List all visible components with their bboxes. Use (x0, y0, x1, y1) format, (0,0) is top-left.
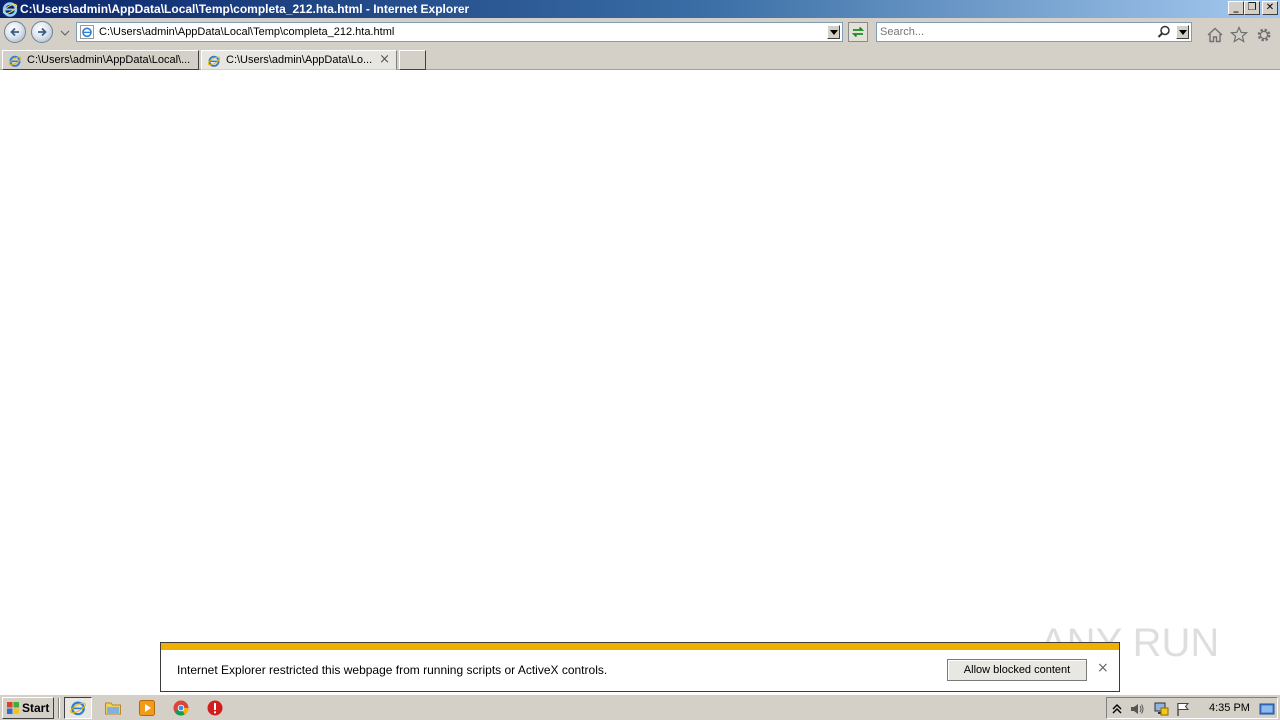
refresh-icon (851, 26, 865, 38)
show-desktop-icon[interactable] (1259, 701, 1275, 717)
show-hidden-icons-icon[interactable] (1109, 701, 1125, 717)
network-icon[interactable] (1153, 701, 1169, 717)
navigation-bar: C:\Users\admin\AppData\Local\Temp\comple… (0, 18, 1280, 48)
address-bar[interactable]: C:\Users\admin\AppData\Local\Temp\comple… (76, 22, 843, 42)
tab-ie-icon (207, 55, 221, 67)
tab-2[interactable]: C:\Users\admin\AppData\Lo... × (201, 50, 397, 70)
media-player-icon[interactable] (138, 699, 156, 717)
back-arrow-icon (10, 27, 19, 37)
home-icon[interactable] (1206, 26, 1224, 44)
tab-ie-icon (8, 55, 22, 67)
clock[interactable]: 4:35 PM (1209, 702, 1250, 714)
taskbar-ie-button[interactable] (64, 697, 92, 719)
close-window-button[interactable]: ✕ (1262, 1, 1278, 15)
tab-1-label: C:\Users\admin\AppData\Local\... (27, 54, 191, 66)
search-icon[interactable] (1157, 25, 1171, 39)
tab-bar: C:\Users\admin\AppData\Local\... C:\User… (0, 48, 1280, 70)
title-bar: C:\Users\admin\AppData\Local\Temp\comple… (0, 0, 1280, 18)
window-title: C:\Users\admin\AppData\Local\Temp\comple… (20, 2, 470, 16)
allow-blocked-content-button[interactable]: Allow blocked content (947, 659, 1087, 681)
search-input[interactable] (880, 25, 1150, 39)
search-box[interactable] (876, 22, 1192, 42)
notification-bar: Internet Explorer restricted this webpag… (160, 642, 1120, 692)
minimize-button[interactable]: _ (1228, 1, 1244, 15)
tab-2-label: C:\Users\admin\AppData\Lo... (226, 54, 373, 66)
ie-icon (70, 701, 86, 716)
start-label: Start (22, 701, 50, 715)
tab-1[interactable]: C:\Users\admin\AppData\Local\... (2, 50, 199, 70)
new-tab-button[interactable] (399, 50, 426, 70)
system-tray: 4:35 PM (1106, 697, 1278, 719)
taskbar: Start 4:35 PM (0, 694, 1280, 720)
notification-strip (161, 643, 1119, 650)
favorites-star-icon[interactable] (1230, 26, 1248, 44)
stop-icon[interactable] (206, 699, 224, 717)
tab-close-icon[interactable]: × (379, 52, 390, 67)
address-dropdown-button[interactable] (827, 25, 840, 39)
quicklaunch-separator (58, 698, 60, 718)
recent-pages-dropdown-icon[interactable] (60, 28, 70, 38)
forward-button[interactable] (31, 21, 53, 43)
windows-logo-icon (7, 702, 19, 714)
notification-close-icon[interactable]: × (1097, 660, 1109, 676)
action-center-flag-icon[interactable] (1175, 701, 1191, 717)
start-button[interactable]: Start (2, 697, 54, 719)
address-text[interactable]: C:\Users\admin\AppData\Local\Temp\comple… (99, 26, 394, 38)
notification-message: Internet Explorer restricted this webpag… (177, 663, 608, 677)
settings-gear-icon[interactable] (1255, 26, 1273, 44)
volume-icon[interactable] (1129, 701, 1145, 717)
page-ie-icon (80, 25, 94, 39)
folder-icon[interactable] (104, 699, 122, 717)
restore-button[interactable]: ❐ (1244, 1, 1260, 15)
search-dropdown-button[interactable] (1176, 25, 1189, 39)
page-content (0, 70, 1280, 694)
compat-refresh-button[interactable] (848, 22, 868, 42)
chrome-icon[interactable] (172, 699, 190, 717)
forward-arrow-icon (38, 27, 47, 37)
ie-logo-icon (2, 2, 18, 17)
back-button[interactable] (4, 21, 26, 43)
